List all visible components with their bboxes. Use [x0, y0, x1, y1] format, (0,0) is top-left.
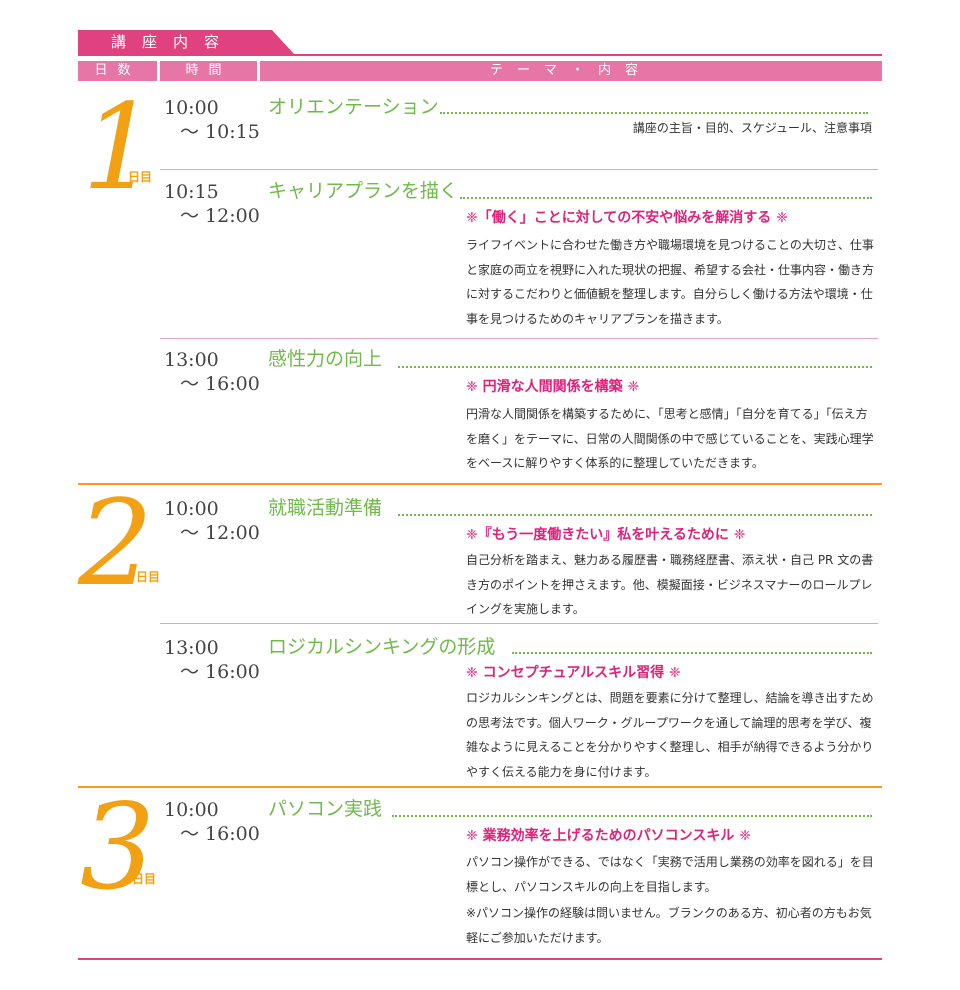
session-title: 就職活動準備: [268, 497, 383, 519]
start-time: 10:00: [164, 97, 219, 119]
column-header-theme: テーマ・内容: [260, 61, 882, 81]
start-time: 10:00: [164, 498, 219, 520]
day-divider: [78, 786, 882, 788]
session-title: ロジカルシンキングの形成: [268, 636, 496, 658]
session-body: 円滑な人間関係を構築するために、「思考と感情」「自分を育てる」「伝え方を磨く」を…: [466, 407, 874, 470]
session-time: 13:00 ～ 16:00: [164, 348, 260, 396]
session-body: ライフイベントに合わせた働き方や職場環境を見つけることの大切さ、仕事と家庭の両立…: [466, 238, 875, 326]
session-divider: [160, 623, 878, 624]
session-body: パソコン操作ができる、ではなく「実務で活用し業務の効率を図れる」を目標とし、パソ…: [466, 855, 874, 894]
start-time: 13:00: [164, 637, 219, 659]
session-title: パソコン実践: [268, 798, 383, 820]
session-subhead: ❈「働く」ことに対しての不安や悩みを解消する ❈: [466, 210, 788, 226]
end-time: ～ 16:00: [180, 373, 260, 395]
dotted-leader: [460, 197, 872, 199]
section-title: 講座内容: [110, 33, 235, 51]
end-time: ～ 16:00: [180, 661, 260, 683]
session-time: 13:00 ～ 16:00: [164, 636, 260, 684]
end-time: ～ 12:00: [180, 205, 260, 227]
session-subhead: ❈ 業務効率を上げるためのパソコンスキル ❈: [466, 828, 751, 844]
session-time: 10:00 ～ 16:00: [164, 798, 260, 846]
dotted-leader: [440, 112, 868, 114]
day-label-2: 日目: [136, 570, 161, 584]
session-body: 自己分析を踏まえ、魅力ある履歴書・職務経歴書、添え状・自己 PR 文の書き方のポ…: [466, 553, 874, 616]
session-title: キャリアプランを描く: [268, 180, 459, 202]
day-number-1: 1: [82, 78, 158, 216]
start-time: 10:00: [164, 799, 219, 821]
session-subhead: ❈ コンセプチュアルスキル習得 ❈: [466, 665, 681, 681]
dotted-leader: [398, 366, 872, 368]
session-time: 10:00 ～ 10:15: [164, 96, 260, 144]
footer-rule: [78, 958, 882, 960]
dotted-leader: [398, 514, 872, 516]
session-time: 10:15 ～ 12:00: [164, 180, 260, 228]
session-title: 感性力の向上: [268, 348, 383, 370]
day-divider: [78, 483, 882, 485]
end-time: ～ 10:15: [180, 121, 260, 143]
session-subhead: ❈『もう一度働きたい』私を叶えるために ❈: [466, 527, 746, 543]
day-label-3: 日目: [132, 872, 157, 886]
session-time: 10:00 ～ 12:00: [164, 497, 260, 545]
dotted-leader: [512, 652, 872, 654]
section-tab: 講座内容: [78, 30, 294, 54]
session-divider: [160, 169, 878, 170]
start-time: 10:15: [164, 181, 219, 203]
session-note: ※パソコン操作の経験は問いません。ブランクのある方、初心者の方もお気軽にご参加い…: [466, 906, 872, 945]
dotted-leader: [392, 815, 872, 817]
start-time: 13:00: [164, 349, 219, 371]
end-time: ～ 16:00: [180, 823, 260, 845]
session-title: オリエンテーション: [268, 96, 439, 118]
session-body: ロジカルシンキングとは、問題を要素に分けて整理し、結論を導き出すための思考法です…: [466, 691, 874, 779]
day-number-3: 3: [80, 778, 156, 916]
day-label-1: 日目: [128, 170, 153, 184]
column-header-time: 時間: [160, 61, 257, 81]
header-rule: [78, 54, 882, 56]
session-note: 講座の主旨・目的、スケジュール、注意事項: [632, 121, 872, 135]
session-subhead: ❈ 円滑な人間関係を構築 ❈: [466, 379, 640, 395]
session-divider: [160, 338, 878, 339]
end-time: ～ 12:00: [180, 522, 260, 544]
